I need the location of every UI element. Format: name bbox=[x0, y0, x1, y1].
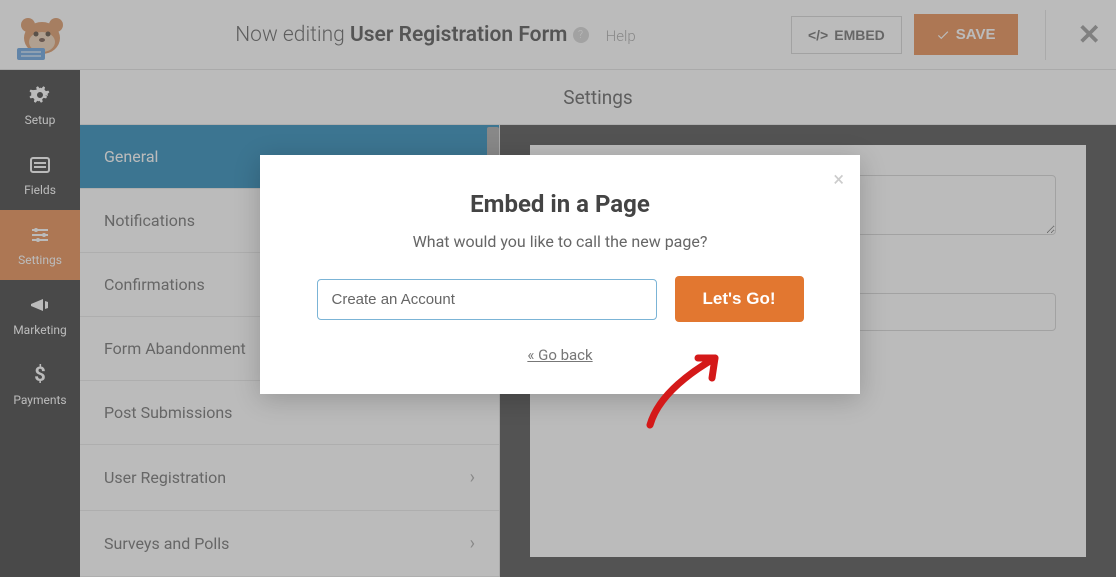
lets-go-button[interactable]: Let's Go! bbox=[675, 276, 804, 322]
modal-subtitle: What would you like to call the new page… bbox=[300, 232, 820, 251]
page-name-input[interactable] bbox=[317, 279, 657, 320]
go-back-link[interactable]: « Go back bbox=[300, 346, 820, 364]
modal-close-icon[interactable]: × bbox=[833, 167, 844, 191]
modal-title: Embed in a Page bbox=[300, 190, 820, 218]
embed-modal: × Embed in a Page What would you like to… bbox=[260, 155, 860, 394]
modal-input-row: Let's Go! bbox=[300, 276, 820, 322]
